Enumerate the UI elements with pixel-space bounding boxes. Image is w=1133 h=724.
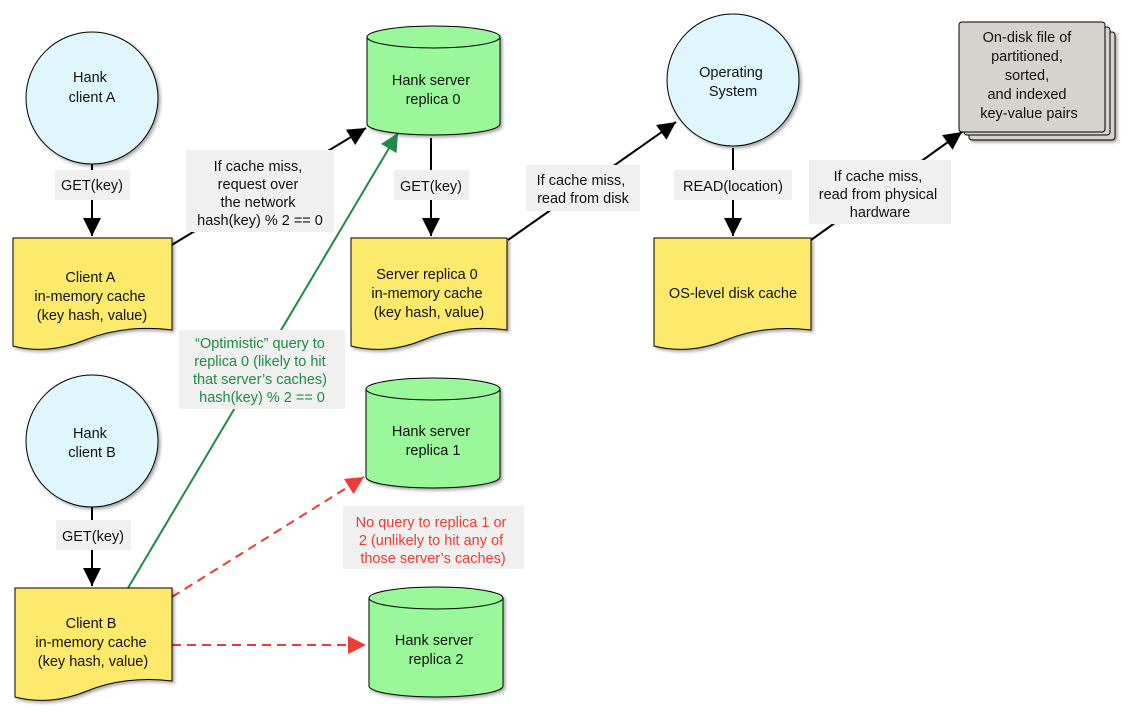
no-query-label: No query to replica 1 or 2 (unlikely to … (343, 506, 524, 569)
client-a-get-text: GET(key) (61, 178, 123, 194)
network-request-label: If cache miss, request over the network … (186, 150, 334, 232)
server-replica-0-node[interactable]: Hank server replica 0 (366, 25, 501, 136)
os-cache-node[interactable]: OS-level disk cache (653, 237, 812, 350)
os-read-text: READ(location) (683, 179, 783, 195)
read-hardware-label: If cache miss, read from physical hardwa… (809, 160, 951, 224)
server-get-text: GET(key) (400, 179, 462, 195)
optimistic-query-label: “Optimistic” query to replica 0 (likely … (179, 330, 345, 409)
server-replica-2-node[interactable]: Hank server replica 2 (368, 586, 504, 698)
no-query-text: No query to replica 1 or 2 (unlikely to … (356, 515, 511, 567)
disk-file-node[interactable]: On-disk file of partitioned, sorted, and… (958, 21, 1116, 141)
client-b-get-text: GET(key) (62, 529, 124, 545)
os-read-label: READ(location) (674, 170, 792, 200)
cache-architecture-diagram: Hank client A Hank client B Operating Sy… (12, 13, 1116, 701)
operating-system-node[interactable]: Operating System (666, 13, 800, 147)
server-get-label: GET(key) (394, 170, 469, 200)
server-replica-1-node[interactable]: Hank server replica 1 (365, 377, 501, 489)
server-cache-label: Server replica 0 in-memory cache (key ha… (371, 267, 486, 321)
read-disk-label: If cache miss, read from disk (526, 165, 640, 211)
client-a-node[interactable]: Hank client A (25, 31, 159, 165)
client-a-get-label: GET(key) (55, 170, 130, 200)
os-cache-label: OS-level disk cache (669, 286, 797, 302)
client-b-node[interactable]: Hank client B (25, 374, 159, 508)
client-a-cache-node[interactable]: Client A in-memory cache (key hash, valu… (12, 237, 173, 350)
edge-no-query-replica-1 (171, 476, 365, 598)
client-b-get-label: GET(key) (56, 520, 131, 550)
client-b-cache-node[interactable]: Client B in-memory cache (key hash, valu… (14, 587, 173, 701)
server-cache-node[interactable]: Server replica 0 in-memory cache (key ha… (350, 237, 508, 350)
